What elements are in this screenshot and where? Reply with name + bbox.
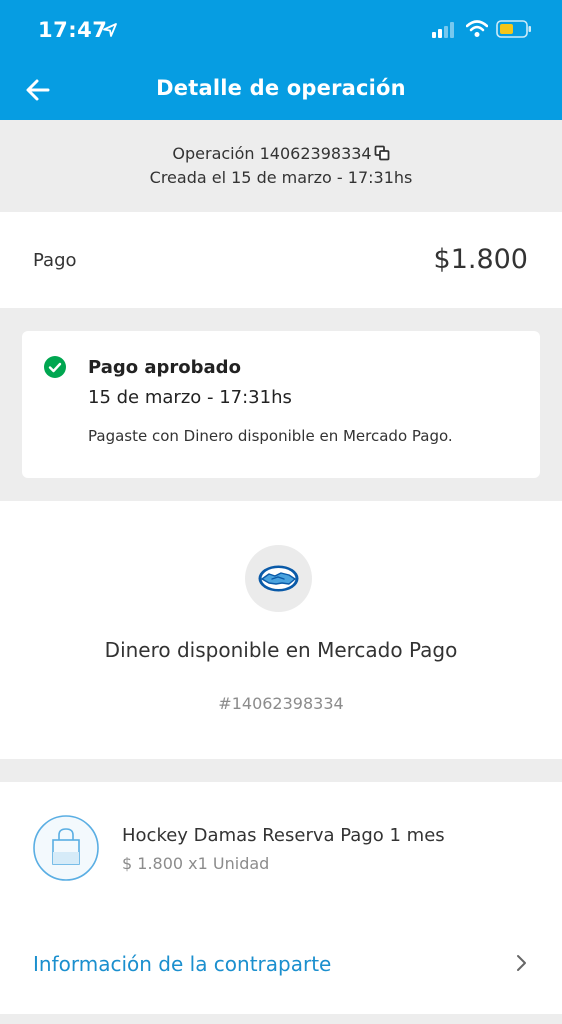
payment-method-section: Dinero disponible en Mercado Pago #14062… bbox=[0, 501, 562, 759]
status-time: 17:47 bbox=[38, 18, 108, 42]
shopping-bag-icon bbox=[33, 815, 99, 881]
check-circle-icon bbox=[44, 356, 66, 378]
status-description: Pagaste con Dinero disponible en Mercado… bbox=[88, 427, 453, 445]
operation-number: Operación 14062398334 bbox=[172, 144, 372, 163]
battery-icon bbox=[496, 20, 531, 38]
copy-icon[interactable] bbox=[374, 145, 390, 161]
chevron-right-icon[interactable] bbox=[512, 952, 532, 974]
app-header: 17:47 Detalle de operación bbox=[0, 0, 562, 120]
payment-label: Pago bbox=[33, 250, 77, 271]
page-title: Detalle de operación bbox=[156, 76, 406, 100]
handshake-icon bbox=[258, 565, 299, 592]
payment-amount: $1.800 bbox=[433, 244, 528, 275]
purchase-item-section: Hockey Damas Reserva Pago 1 mes $ 1.800 … bbox=[0, 782, 562, 1014]
cellular-signal-icon bbox=[432, 22, 454, 38]
payment-status-card: Pago aprobado 15 de marzo - 17:31hs Paga… bbox=[22, 331, 540, 478]
status-date: 15 de marzo - 17:31hs bbox=[88, 387, 292, 408]
item-price-quantity: $ 1.800 x1 Unidad bbox=[122, 854, 270, 873]
payment-reference: #14062398334 bbox=[218, 694, 344, 713]
mercado-pago-logo bbox=[245, 545, 312, 612]
operation-info: Operación 14062398334 Creada el 15 de ma… bbox=[0, 120, 562, 212]
operation-number-line: Operación 14062398334 bbox=[0, 144, 562, 163]
status-title: Pago aprobado bbox=[88, 357, 241, 378]
operation-created-date: Creada el 15 de marzo - 17:31hs bbox=[149, 168, 413, 187]
item-title: Hockey Damas Reserva Pago 1 mes bbox=[122, 825, 445, 846]
payment-summary-row: Pago $1.800 bbox=[0, 212, 562, 308]
wifi-icon bbox=[466, 20, 488, 37]
location-arrow-icon bbox=[103, 23, 117, 37]
payment-method-name: Dinero disponible en Mercado Pago bbox=[104, 638, 458, 662]
counterpart-info-link[interactable]: Información de la contraparte bbox=[33, 952, 331, 976]
